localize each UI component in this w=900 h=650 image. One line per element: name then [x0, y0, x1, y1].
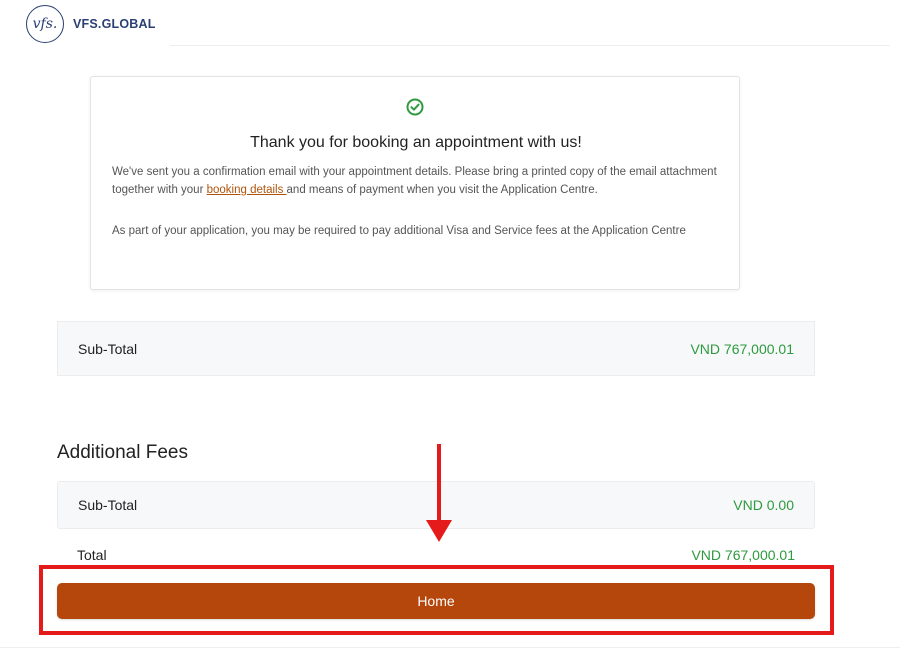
confirmation-message: We've sent you a confirmation email with… [112, 163, 722, 199]
brand-name: VFS.GLOBAL [73, 17, 156, 31]
confirmation-card: Thank you for booking an appointment wit… [90, 76, 740, 290]
additional-fees-heading: Additional Fees [57, 442, 188, 463]
check-circle-icon [406, 98, 424, 116]
confirmation-message-end: and means of payment when you visit the … [286, 184, 598, 196]
annotation-arrow-down-icon [426, 520, 452, 542]
total-value: VND 767,000.01 [691, 547, 795, 563]
confirmation-title: Thank you for booking an appointment wit… [250, 134, 582, 151]
total-label: Total [77, 547, 107, 563]
booking-details-link[interactable]: booking details [207, 184, 287, 196]
subtotal-value: VND 767,000.01 [690, 341, 794, 357]
annotation-arrow-shaft [437, 444, 441, 524]
vfs-logo-icon[interactable]: vfs. [26, 5, 64, 43]
subtotal-label: Sub-Total [78, 341, 138, 357]
footer-divider [0, 647, 900, 648]
header-divider [170, 45, 890, 46]
additional-fees-subtotal-label: Sub-Total [78, 497, 138, 513]
additional-fees-notice: As part of your application, you may be … [112, 225, 686, 237]
home-button[interactable]: Home [57, 583, 815, 619]
subtotal-row: Sub-Total VND 767,000.01 [57, 321, 815, 376]
additional-fees-subtotal-value: VND 0.00 [733, 497, 794, 513]
page-header: vfs. VFS.GLOBAL [0, 0, 900, 46]
